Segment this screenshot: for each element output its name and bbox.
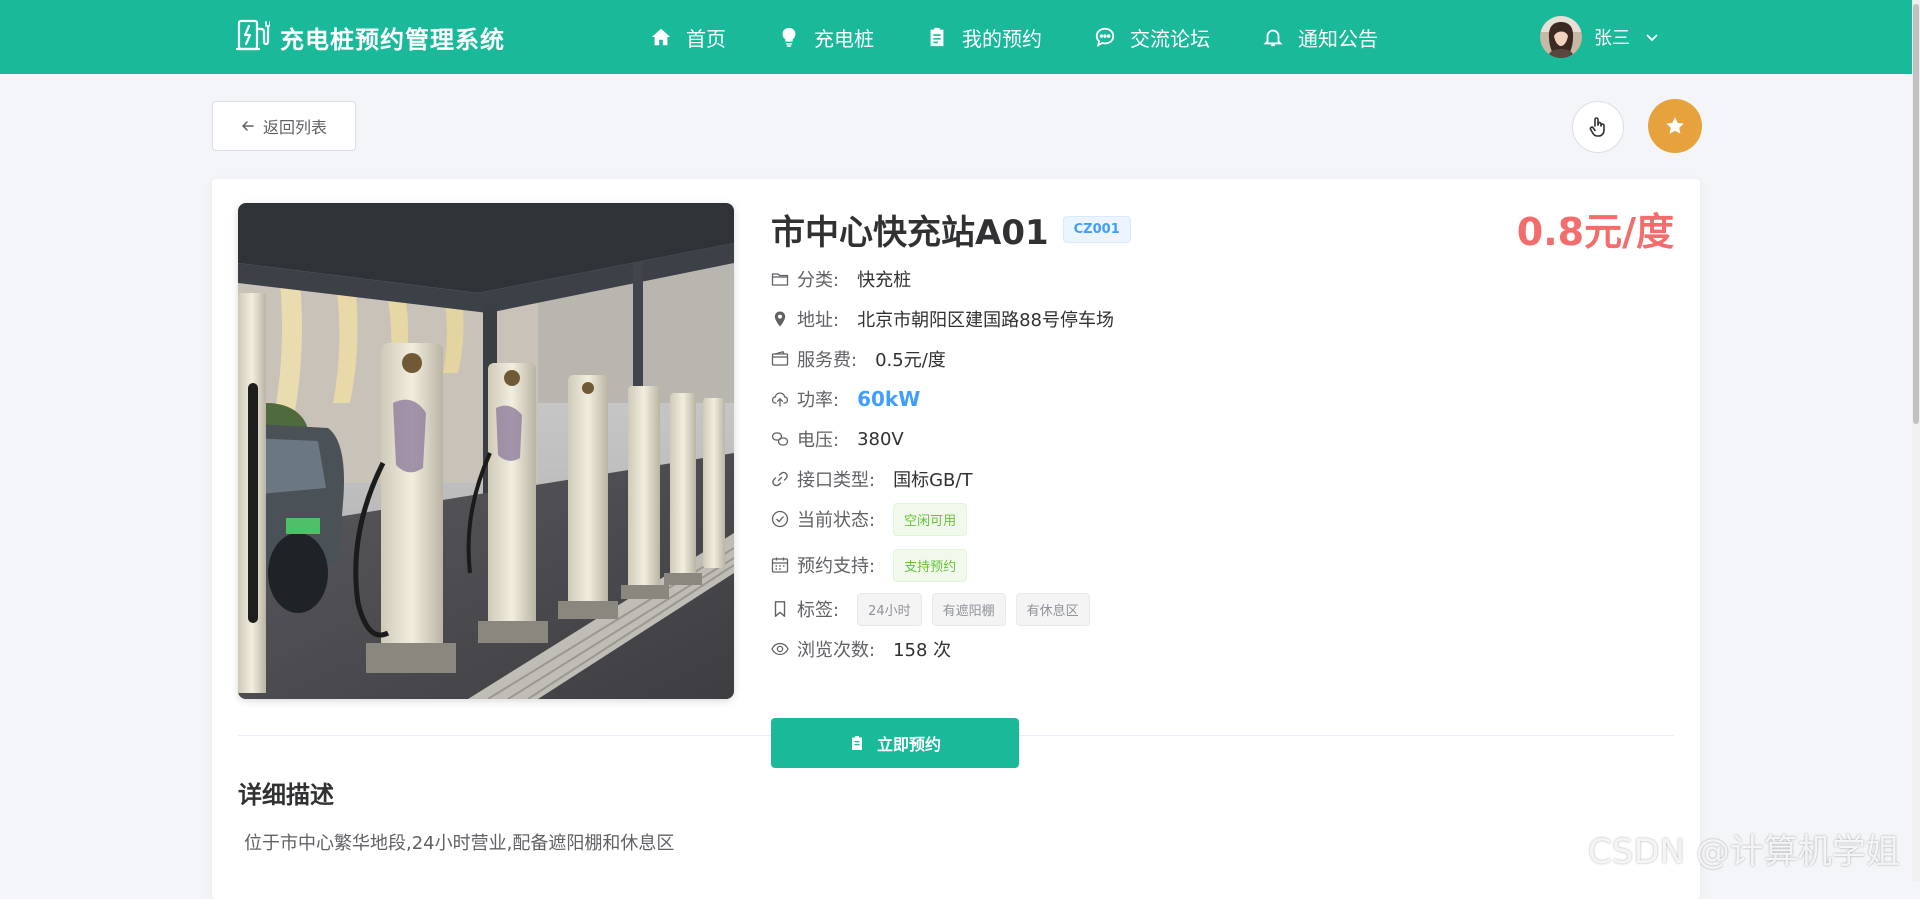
info-row-interface: 接口类型: 国标GB/T (771, 467, 1114, 491)
connection-icon (771, 432, 789, 446)
info-row-views: 浏览次数: 158 次 (771, 637, 1114, 661)
interface-value: 国标GB/T (893, 470, 973, 491)
nav-announcements-label: 通知公告 (1298, 26, 1378, 51)
csdn-watermark: CSDN @计算机学姐 (1588, 832, 1900, 872)
eye-icon (771, 642, 789, 656)
interface-label: 接口类型: (797, 470, 876, 491)
nav-announcements[interactable]: 通知公告 (1262, 23, 1378, 52)
star-icon (1666, 117, 1684, 134)
service-fee-value: 0.5元/度 (875, 350, 946, 371)
clipboard-icon (930, 27, 944, 47)
info-row-status: 当前状态: 空闲可用 (771, 502, 1114, 536)
detail-section-title: 详细描述 (238, 781, 334, 809)
station-photo (238, 203, 734, 699)
folder-icon (771, 273, 789, 286)
like-button[interactable] (1572, 101, 1624, 153)
status-badge: 空闲可用 (893, 502, 968, 536)
tag-24h: 24小时 (857, 592, 922, 626)
chevron-down-icon (1646, 34, 1658, 42)
link-icon (772, 471, 788, 487)
bookmark-icon (774, 601, 786, 617)
main-nav: 首页 充电桩 我的预约 交流论坛 通知公告 (650, 0, 1430, 74)
info-row-booking: 预约支持: 支持预约 (771, 548, 1114, 582)
address-label: 地址: (797, 310, 840, 331)
calendar-icon (771, 557, 789, 573)
tags-label: 标签: (797, 600, 840, 621)
arrow-left-icon (242, 121, 254, 131)
station-detail-card: 市中心快充站A01 CZ001 0.8元/度 分类: 快充桩 地址: 北京市朝阳… (212, 179, 1700, 899)
bulb-icon (782, 27, 796, 47)
tag-lounge: 有休息区 (1015, 592, 1090, 626)
power-label: 功率: (797, 390, 840, 411)
avatar (1540, 16, 1582, 58)
back-to-list-label: 返回列表 (262, 118, 327, 137)
wallet-icon (771, 351, 789, 366)
info-row-address: 地址: 北京市朝阳区建国路88号停车场 (771, 307, 1114, 331)
station-title-row: 市中心快充站A01 CZ001 (771, 205, 1131, 254)
nav-my-reservations-label: 我的预约 (962, 26, 1042, 51)
booking-badge: 支持预约 (893, 548, 968, 582)
bell-icon (1263, 29, 1283, 47)
app-title: 充电桩预约管理系统 (280, 25, 505, 54)
nav-forum[interactable]: 交流论坛 (1094, 23, 1210, 52)
pointer-hand-icon (1589, 117, 1605, 137)
clipboard-icon (851, 736, 862, 750)
nav-charging-piles[interactable]: 充电桩 (778, 23, 874, 52)
nav-home-label: 首页 (686, 26, 726, 51)
favorite-button[interactable] (1648, 99, 1702, 153)
chat-icon (1095, 27, 1115, 48)
info-row-voltage: 电压: 380V (771, 427, 1114, 451)
station-code-badge: CZ001 (1062, 216, 1131, 243)
station-name: 市中心快充站A01 (771, 213, 1049, 253)
station-price: 0.8元/度 (1516, 210, 1674, 254)
power-value: 60kW (857, 387, 921, 411)
reserve-now-label: 立即预约 (876, 735, 941, 754)
category-value: 快充桩 (857, 270, 912, 291)
info-row-service-fee: 服务费: 0.5元/度 (771, 347, 1114, 371)
back-to-list-button[interactable]: 返回列表 (212, 101, 356, 151)
cloud-upload-icon (771, 392, 789, 407)
voltage-value: 380V (857, 428, 904, 450)
info-row-tags: 标签: 24小时 有遮阳棚 有休息区 (771, 592, 1114, 626)
views-value: 158 次 (893, 640, 952, 661)
status-label: 当前状态: (797, 510, 876, 531)
tag-shade: 有遮阳棚 (931, 592, 1006, 626)
charging-station-icon (235, 17, 271, 57)
station-info-list: 分类: 快充桩 地址: 北京市朝阳区建国路88号停车场 服务费: 0.5元/度 … (771, 267, 1114, 661)
home-icon (651, 28, 671, 46)
category-label: 分类: (797, 270, 840, 291)
app-logo[interactable]: 充电桩预约管理系统 (235, 17, 505, 57)
user-name: 张三 (1594, 28, 1630, 49)
service-fee-label: 服务费: (797, 350, 858, 371)
nav-charging-piles-label: 充电桩 (814, 26, 874, 51)
address-value: 北京市朝阳区建国路88号停车场 (857, 310, 1114, 331)
top-navbar: 充电桩预约管理系统 首页 充电桩 我的预约 交流论坛 通知公告 张三 (0, 0, 1912, 74)
check-circle-icon (771, 510, 789, 528)
nav-forum-label: 交流论坛 (1130, 26, 1210, 51)
info-row-category: 分类: 快充桩 (771, 267, 1114, 291)
page-scrollbar-thumb[interactable] (1913, 4, 1919, 424)
nav-my-reservations[interactable]: 我的预约 (926, 23, 1042, 52)
reserve-now-button[interactable]: 立即预约 (771, 718, 1019, 768)
booking-label: 预约支持: (797, 556, 876, 577)
voltage-label: 电压: (797, 430, 840, 451)
views-label: 浏览次数: (797, 640, 876, 661)
nav-home[interactable]: 首页 (650, 23, 726, 52)
info-row-power: 功率: 60kW (771, 387, 1114, 411)
location-pin-icon (774, 311, 786, 327)
user-menu[interactable]: 张三 (1540, 16, 1660, 58)
station-description: 位于市中心繁华地段,24小时营业,配备遮阳棚和休息区 (244, 833, 675, 854)
